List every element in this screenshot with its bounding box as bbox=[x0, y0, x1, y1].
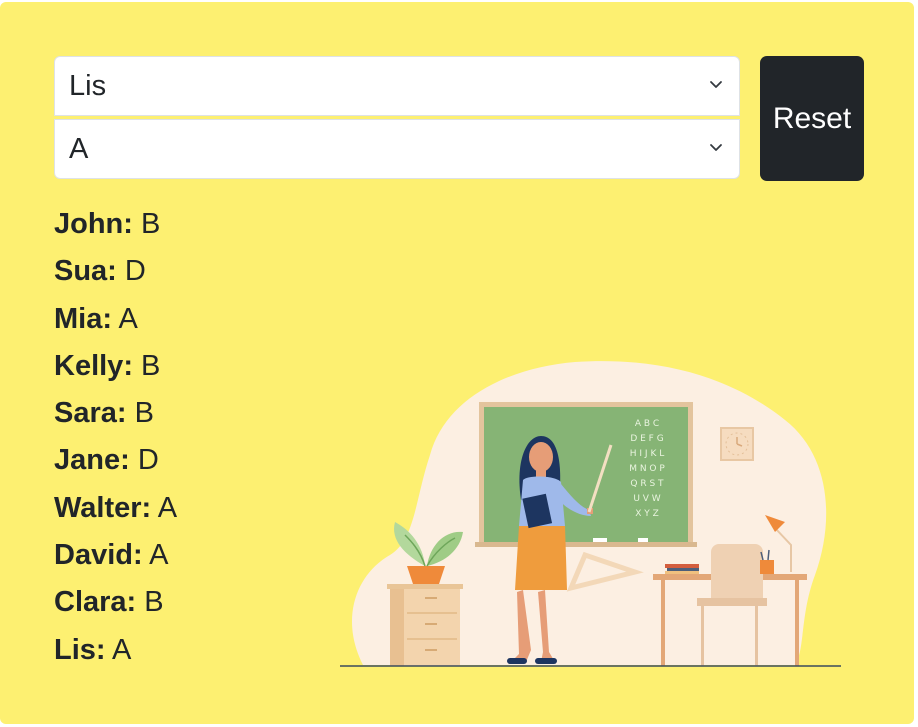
list-item: Kelly: B bbox=[54, 344, 177, 391]
student-name-select[interactable]: Lis bbox=[54, 56, 740, 116]
chalk-letters-row: M N O P bbox=[629, 464, 665, 474]
chalk-letters-row: A B C bbox=[635, 419, 659, 429]
student-grade: A bbox=[149, 539, 169, 572]
student-grade: B bbox=[141, 349, 161, 382]
chalk-letters-row: Q R S T bbox=[630, 479, 664, 489]
chalk-letters-row: H I J K L bbox=[630, 449, 664, 459]
student-grade: B bbox=[134, 397, 154, 430]
student-name-select-value: Lis bbox=[69, 70, 107, 102]
student-grade: A bbox=[118, 302, 138, 335]
list-item: Jane: D bbox=[54, 438, 177, 485]
chalk-letters-row: D E F G bbox=[630, 434, 663, 444]
list-item: Sua: D bbox=[54, 249, 177, 296]
student-grade: B bbox=[141, 208, 161, 240]
student-grade: A bbox=[112, 633, 132, 666]
teacher-classroom-illustration: A B C D E F G H I J K L M N O P Q R S T … bbox=[340, 361, 841, 667]
chalk-letters-row: U V W bbox=[633, 494, 660, 504]
student-name: Sara: bbox=[54, 397, 127, 430]
chalkboard: A B C D E F G H I J K L M N O P Q R S T … bbox=[475, 402, 697, 547]
list-item: John: B bbox=[54, 202, 177, 249]
grade-select[interactable]: A bbox=[54, 119, 740, 179]
student-name: John: bbox=[54, 208, 133, 240]
student-name: Clara: bbox=[54, 586, 137, 619]
student-name: Lis: bbox=[54, 633, 106, 666]
chalk-letters-row: X Y Z bbox=[635, 509, 659, 519]
student-grade-list: John: B Sua: D Mia: A Kelly: B Sara: B J… bbox=[54, 202, 177, 675]
reset-button[interactable]: Reset bbox=[760, 56, 864, 181]
student-name: David: bbox=[54, 539, 143, 572]
list-item: Lis: A bbox=[54, 628, 177, 675]
list-item: Clara: B bbox=[54, 580, 177, 627]
student-grade: D bbox=[137, 444, 159, 477]
wall-clock-icon bbox=[720, 427, 754, 461]
chevron-down-icon bbox=[710, 81, 722, 88]
student-name: Sua: bbox=[54, 255, 117, 288]
list-item: Mia: A bbox=[54, 297, 177, 344]
student-name: Jane: bbox=[54, 444, 130, 477]
student-name: Walter: bbox=[54, 491, 152, 524]
student-name: Kelly: bbox=[54, 349, 133, 382]
list-item: David: A bbox=[54, 533, 177, 580]
list-item: Sara: B bbox=[54, 391, 177, 438]
student-name: Mia: bbox=[54, 302, 112, 335]
student-grade: B bbox=[144, 586, 164, 619]
grade-select-value: A bbox=[69, 133, 89, 165]
student-grade: A bbox=[157, 491, 178, 524]
list-item: Walter: A bbox=[54, 486, 177, 533]
student-grade: D bbox=[124, 255, 146, 288]
chevron-down-icon bbox=[710, 144, 722, 151]
